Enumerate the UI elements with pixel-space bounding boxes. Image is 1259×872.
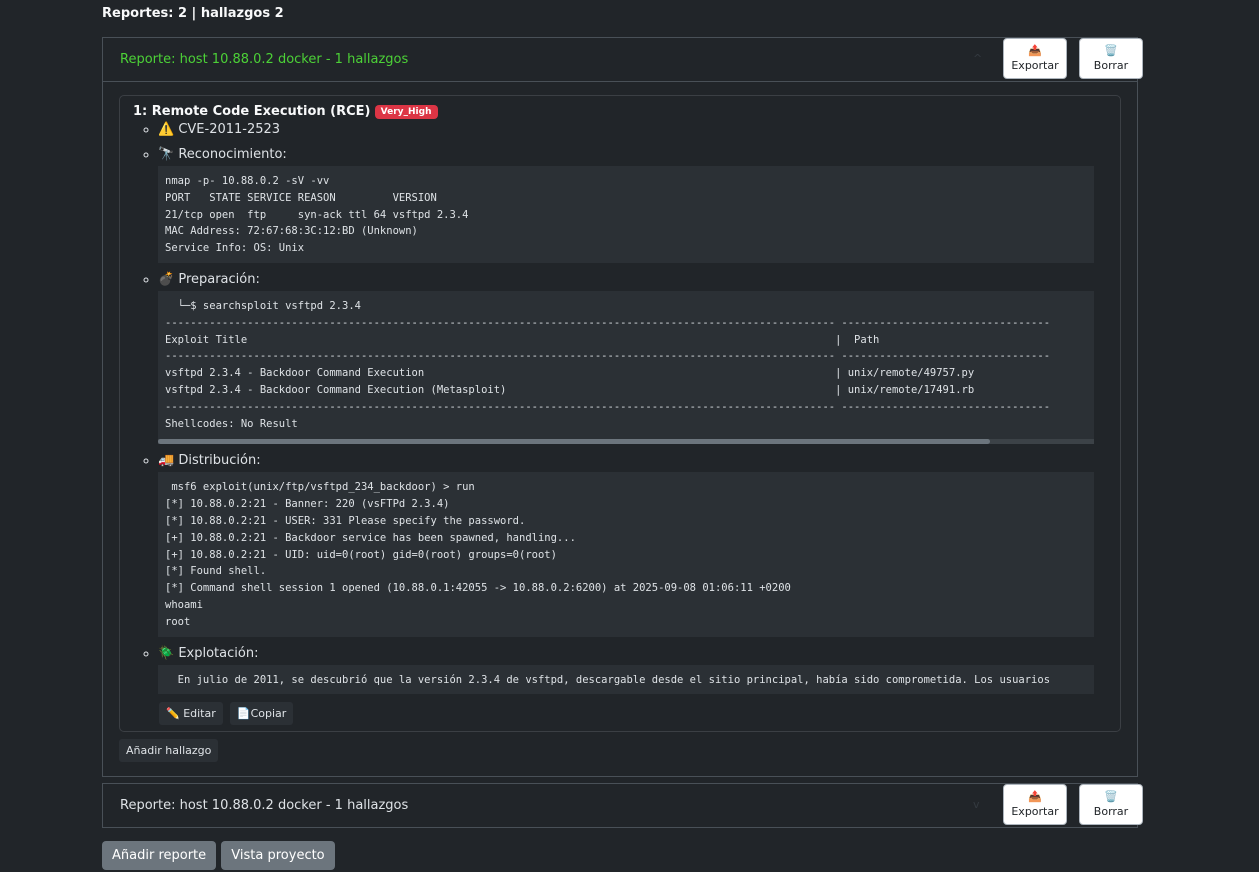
severity-badge: Very_High xyxy=(374,105,438,119)
footer-actions: Añadir reporte Vista proyecto xyxy=(102,841,336,870)
chevron-down-icon[interactable]: v xyxy=(973,798,980,811)
dist-label: Distribución: xyxy=(178,453,261,469)
warning-icon: ⚠️ xyxy=(158,122,175,137)
prep-code: └─$ searchsploit vsftpd 2.3.4 ----------… xyxy=(158,290,1094,443)
finding-card: 1: Remote Code Execution (RCE) Very_High… xyxy=(119,95,1121,733)
report-header-1[interactable]: Reporte: host 10.88.0.2 docker - 1 halla… xyxy=(103,38,1143,81)
recon-item: 🔭 Reconocimiento: nmap -p- 10.88.0.2 -sV… xyxy=(158,146,1108,263)
chevron-up-icon[interactable]: ^ xyxy=(973,52,982,65)
expl-code: En julio de 2011, se descubrió que la ve… xyxy=(158,664,1094,695)
recon-label: Reconocimiento: xyxy=(178,147,287,162)
outbox-icon: 📤 xyxy=(1028,44,1042,57)
export-button[interactable]: 📤 Exportar xyxy=(1003,38,1067,79)
prep-label: Preparación: xyxy=(178,271,260,287)
delete-label: Borrar xyxy=(1093,59,1129,72)
outbox-icon: 📤 xyxy=(1028,790,1042,803)
bug-icon: 🪲 xyxy=(158,645,175,661)
dist-item: 🚚 Distribución: msf6 exploit(unix/ftp/vs… xyxy=(158,452,1108,637)
telescope-icon: 🔭 xyxy=(158,147,175,162)
delete-label: Borrar xyxy=(1093,805,1129,818)
project-view-button[interactable]: Vista proyecto xyxy=(221,841,335,870)
export-label: Exportar xyxy=(1011,59,1059,72)
trash-icon: 🗑️ xyxy=(1104,790,1118,803)
delete-button[interactable]: 🗑️ Borrar xyxy=(1079,784,1143,825)
edit-button[interactable]: ✏️ Editar xyxy=(159,702,223,726)
scrollbar-thumb[interactable] xyxy=(158,439,990,445)
horizontal-scrollbar[interactable] xyxy=(158,439,1094,445)
report-title[interactable]: Reporte: host 10.88.0.2 docker - 1 halla… xyxy=(120,798,408,813)
trash-icon: 🗑️ xyxy=(1104,44,1118,57)
export-button[interactable]: 📤 Exportar xyxy=(1003,784,1067,825)
add-report-button[interactable]: Añadir reporte xyxy=(102,841,217,870)
recon-code: nmap -p- 10.88.0.2 -sV -vv PORT STATE SE… xyxy=(158,166,1094,263)
report-summary: Reportes: 2 | hallazgos 2 xyxy=(102,6,284,21)
cve-id: CVE-2011-2523 xyxy=(178,122,281,137)
export-label: Exportar xyxy=(1011,805,1059,818)
report-header-2[interactable]: Reporte: host 10.88.0.2 docker - 1 halla… xyxy=(103,784,1143,827)
add-finding-button[interactable]: Añadir hallazgo xyxy=(119,739,219,763)
report-title[interactable]: Reporte: host 10.88.0.2 docker - 1 halla… xyxy=(120,52,408,67)
cve-item: ⚠️ CVE-2011-2523 xyxy=(158,121,1108,138)
report-body: 1: Remote Code Execution (RCE) Very_High… xyxy=(103,81,1137,776)
finding-title: 1: Remote Code Execution (RCE) xyxy=(133,104,371,119)
bomb-icon: 💣 xyxy=(158,271,175,287)
delete-button[interactable]: 🗑️ Borrar xyxy=(1079,38,1143,79)
copy-button[interactable]: 📄Copiar xyxy=(229,702,294,726)
prep-item: 💣 Preparación: └─$ searchsploit vsftpd 2… xyxy=(158,271,1108,445)
report-panel-2: Reporte: host 10.88.0.2 docker - 1 halla… xyxy=(102,783,1143,828)
report-panel-1: Reporte: host 10.88.0.2 docker - 1 halla… xyxy=(102,37,1143,778)
dist-code: msf6 exploit(unix/ftp/vsftpd_234_backdoo… xyxy=(158,472,1094,637)
expl-item: 🪲 Explotación: En julio de 2011, se desc… xyxy=(158,645,1108,695)
truck-icon: 🚚 xyxy=(158,453,175,469)
expl-label: Explotación: xyxy=(178,645,259,661)
